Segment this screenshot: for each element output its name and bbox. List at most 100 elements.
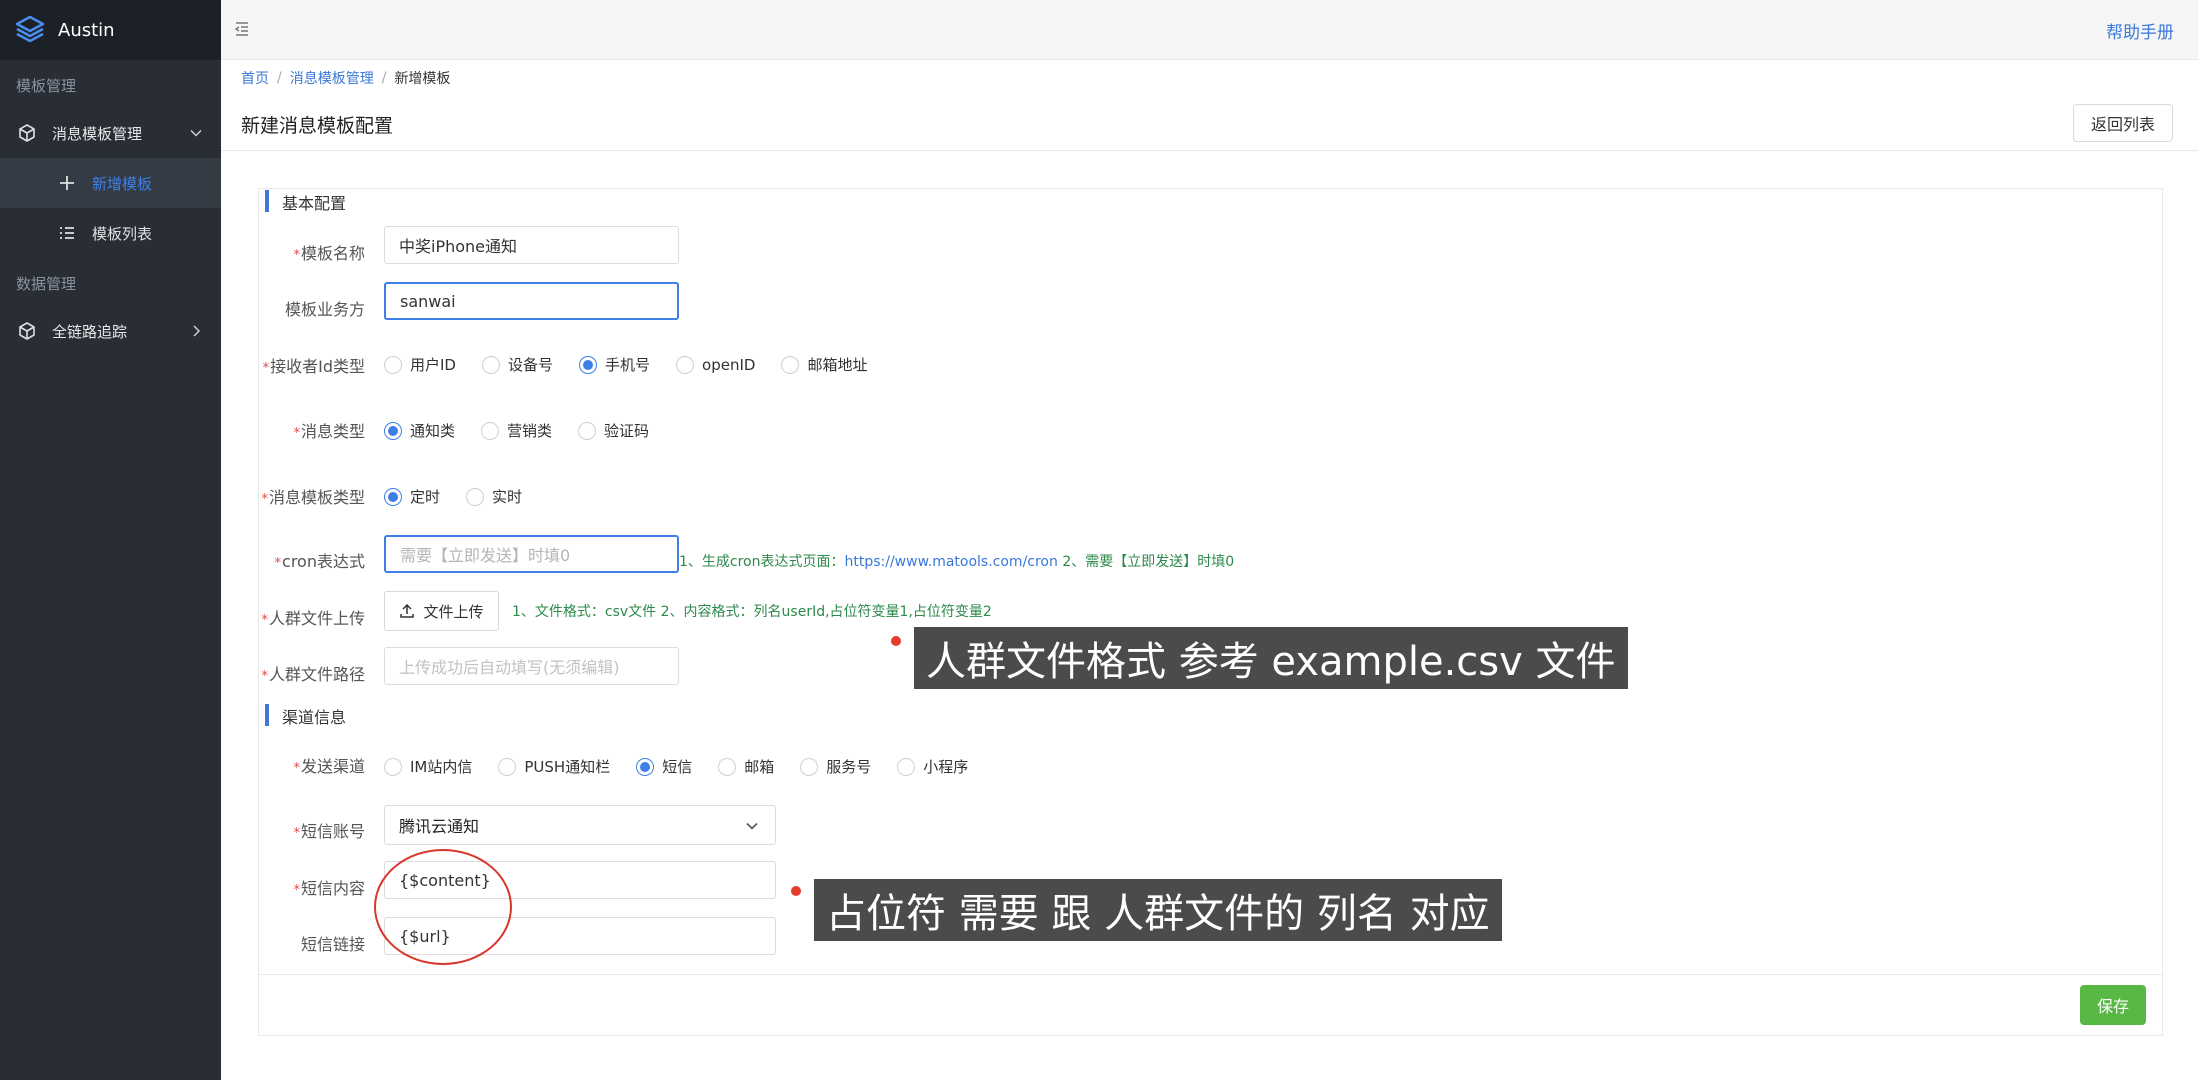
list-icon bbox=[56, 224, 78, 242]
receiver-id-type-label: *接收者Id类型 bbox=[262, 357, 365, 376]
radio-sms[interactable]: 短信 bbox=[636, 756, 692, 777]
cron-input[interactable]: 需要【立即发送】时填0 bbox=[384, 535, 679, 573]
breadcrumb-current: 新增模板 bbox=[394, 71, 451, 87]
radio-dot bbox=[578, 421, 597, 440]
plus-icon bbox=[56, 174, 78, 192]
radio-dot bbox=[481, 355, 500, 374]
sms-account-select[interactable]: 腾讯云通知 bbox=[384, 805, 776, 845]
help-link[interactable]: 帮助手册 bbox=[2106, 18, 2174, 43]
page-title: 新建消息模板配置 bbox=[241, 115, 394, 137]
radio-official-account[interactable]: 服务号 bbox=[800, 756, 871, 777]
breadcrumb-separator: / bbox=[277, 70, 282, 86]
radio-device-id[interactable]: 设备号 bbox=[481, 354, 553, 375]
business-label: 模板业务方 bbox=[284, 300, 365, 319]
radio-mini-program[interactable]: 小程序 bbox=[897, 756, 968, 777]
receiver-id-type-group: 用户ID 设备号 手机号 openID 邮箱地址 bbox=[384, 354, 893, 375]
radio-phone[interactable]: 手机号 bbox=[579, 354, 650, 375]
crowd-path-label: *人群文件路径 bbox=[261, 665, 365, 684]
sidebar-item-label: 新增模板 bbox=[92, 174, 153, 193]
upload-icon bbox=[400, 603, 415, 618]
radio-dot bbox=[718, 757, 737, 776]
cron-label: *cron表达式 bbox=[274, 552, 365, 571]
radio-im[interactable]: IM站内信 bbox=[384, 756, 472, 777]
section-basic-config: 基本配置 bbox=[262, 190, 346, 214]
radio-dot bbox=[384, 757, 402, 776]
sms-content-input[interactable]: {$content} bbox=[384, 861, 776, 899]
business-input[interactable]: sanwai bbox=[384, 282, 679, 320]
radio-notice[interactable]: 通知类 bbox=[384, 420, 455, 441]
radio-dot bbox=[481, 421, 500, 440]
radio-dot bbox=[676, 355, 695, 374]
sidebar-item-label: 消息模板管理 bbox=[52, 124, 143, 143]
radio-dot bbox=[384, 355, 402, 374]
cube-icon bbox=[16, 122, 38, 144]
radio-marketing[interactable]: 营销类 bbox=[481, 420, 552, 441]
collapse-menu-icon[interactable] bbox=[233, 20, 251, 38]
radio-push[interactable]: PUSH通知栏 bbox=[498, 756, 610, 777]
radio-mail[interactable]: 邮箱 bbox=[718, 756, 774, 777]
sms-url-input[interactable]: {$url} bbox=[384, 917, 776, 955]
breadcrumb-parent[interactable]: 消息模板管理 bbox=[290, 68, 374, 88]
logo-icon bbox=[15, 15, 45, 43]
radio-dot bbox=[384, 421, 402, 440]
template-type-group: 定时 实时 bbox=[384, 486, 548, 507]
breadcrumb-separator: / bbox=[381, 70, 387, 86]
chevron-down-icon bbox=[746, 822, 758, 830]
chevron-down-icon bbox=[190, 129, 202, 137]
sidebar-item-label: 全链路追踪 bbox=[52, 322, 128, 341]
radio-verify-code[interactable]: 验证码 bbox=[578, 420, 649, 441]
divider bbox=[258, 974, 2163, 975]
radio-realtime[interactable]: 实时 bbox=[466, 486, 522, 507]
top-bar: 帮助手册 bbox=[221, 0, 2198, 60]
cron-hint: 1、生成cron表达式页面：https://www.matools.com/cr… bbox=[679, 554, 1235, 570]
radio-dot bbox=[800, 757, 819, 776]
radio-scheduled[interactable]: 定时 bbox=[384, 486, 440, 507]
sidebar-item-template-management[interactable]: 消息模板管理 bbox=[0, 108, 221, 158]
cube-icon bbox=[16, 320, 38, 342]
back-to-list-button[interactable]: 返回列表 bbox=[2073, 104, 2173, 142]
sidebar-item-label: 模板列表 bbox=[92, 224, 153, 243]
template-name-label: *模板名称 bbox=[293, 244, 365, 263]
radio-openid[interactable]: openID bbox=[676, 355, 755, 374]
brand[interactable]: Austin bbox=[0, 0, 221, 60]
divider bbox=[221, 150, 2198, 151]
breadcrumb: 首页 / 消息模板管理 / 新增模板 bbox=[241, 68, 450, 88]
radio-user-id[interactable]: 用户ID bbox=[384, 354, 456, 375]
radio-email[interactable]: 邮箱地址 bbox=[781, 354, 867, 375]
msg-type-label: *消息类型 bbox=[293, 422, 365, 441]
sidebar-section-template: 模板管理 bbox=[16, 77, 77, 95]
radio-dot bbox=[897, 757, 916, 776]
radio-dot bbox=[466, 487, 485, 506]
sidebar-item-template-list[interactable]: 模板列表 bbox=[0, 208, 221, 258]
sms-url-label: 短信链接 bbox=[300, 935, 365, 954]
radio-dot bbox=[498, 757, 517, 776]
template-name-input[interactable]: 中奖iPhone通知 bbox=[384, 226, 679, 264]
crowd-upload-hint: 1、文件格式：csv文件 2、内容格式：列名userId,占位符变量1,占位符变… bbox=[512, 604, 992, 620]
app-name: Austin bbox=[58, 19, 115, 41]
annotation-dot bbox=[791, 886, 801, 896]
send-channel-group: IM站内信 PUSH通知栏 短信 邮箱 服务号 小程序 bbox=[384, 756, 994, 777]
sms-account-label: *短信账号 bbox=[293, 822, 365, 841]
radio-dot bbox=[579, 355, 597, 374]
sidebar: Austin 模板管理 消息模板管理 新增模板 模板列表 数据管理 全链路追踪 bbox=[0, 0, 221, 1080]
radio-dot bbox=[781, 355, 800, 374]
sms-content-label: *短信内容 bbox=[293, 879, 365, 898]
file-upload-button[interactable]: 文件上传 bbox=[384, 591, 499, 631]
sidebar-item-new-template[interactable]: 新增模板 bbox=[0, 158, 221, 208]
sidebar-item-trace[interactable]: 全链路追踪 bbox=[0, 306, 221, 356]
annotation-caption-placeholder: 占位符 需要 跟 人群文件的 列名 对应 bbox=[814, 879, 1502, 941]
crowd-path-input[interactable]: 上传成功后自动填写(无须编辑) bbox=[384, 647, 679, 685]
chevron-right-icon bbox=[193, 325, 201, 337]
annotation-dot bbox=[891, 636, 901, 646]
sidebar-section-data: 数据管理 bbox=[16, 275, 77, 293]
section-channel-info: 渠道信息 bbox=[262, 704, 346, 728]
radio-dot bbox=[636, 757, 655, 776]
breadcrumb-home[interactable]: 首页 bbox=[241, 68, 269, 88]
msg-type-group: 通知类 营销类 验证码 bbox=[384, 420, 675, 441]
save-button[interactable]: 保存 bbox=[2080, 985, 2146, 1025]
crowd-upload-label: *人群文件上传 bbox=[261, 609, 365, 628]
cron-tool-link[interactable]: https://www.matools.com/cron bbox=[845, 554, 1058, 570]
template-type-label: *消息模板类型 bbox=[261, 488, 365, 507]
radio-dot bbox=[384, 487, 402, 506]
annotation-caption-crowd-file: 人群文件格式 参考 example.csv 文件 bbox=[914, 627, 1628, 689]
